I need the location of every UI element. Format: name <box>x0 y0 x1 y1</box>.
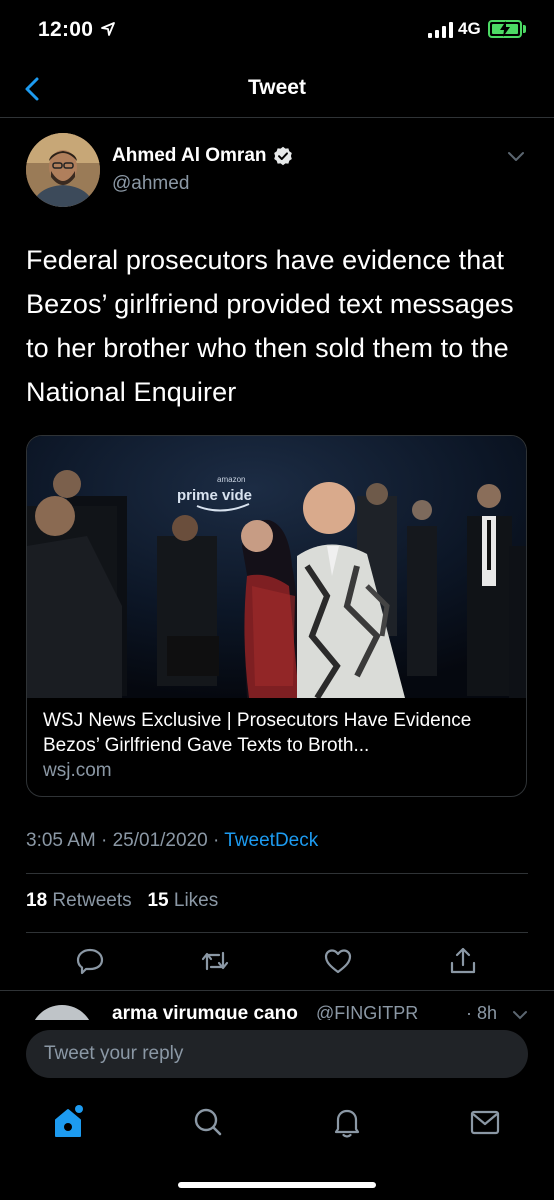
bell-icon[interactable] <box>327 1102 367 1142</box>
likes-label: Likes <box>173 890 219 911</box>
retweet-icon[interactable] <box>199 945 231 977</box>
meta-separator: · <box>101 830 108 851</box>
reply-author-handle[interactable]: @FINGITPR <box>316 1003 418 1020</box>
card-title[interactable]: WSJ News Exclusive | Prosecutors Have Ev… <box>43 708 512 758</box>
tweet-author: Ahmed Al Omran @ahmed <box>26 133 526 213</box>
page-title: Tweet <box>248 76 306 99</box>
location-arrow-icon <box>101 22 115 36</box>
home-indicator <box>178 1182 376 1188</box>
card-domain: wsj.com <box>43 760 112 781</box>
signal-strength-icon <box>428 22 453 38</box>
reply-box[interactable] <box>26 1030 528 1078</box>
nav-bar: Tweet <box>0 60 554 118</box>
retweets-stat[interactable]: 18 Retweets <box>26 890 132 911</box>
tweet-source-link[interactable]: TweetDeck <box>224 830 318 851</box>
author-handle[interactable]: @ahmed <box>112 173 189 195</box>
card-image[interactable]: amazon prime vide <box>27 436 527 698</box>
author-name-row[interactable]: Ahmed Al Omran <box>112 145 293 167</box>
link-card[interactable]: amazon prime vide WSJ News Exclusive | P… <box>26 435 527 797</box>
tab-bar <box>0 1090 554 1160</box>
reply-time: · 8h <box>466 1003 498 1020</box>
tweet-meta: 3:05 AM · 25/01/2020 · TweetDeck <box>26 830 318 852</box>
tweet-date: 25/01/2020 <box>112 830 208 851</box>
status-bar: 12:00 4G <box>0 0 554 60</box>
tweet-text: Federal prosecutors have evidence that B… <box>26 245 514 407</box>
card-body[interactable]: WSJ News Exclusive | Prosecutors Have Ev… <box>27 698 526 796</box>
tweet-stats: 18 Retweets 15 Likes <box>26 890 218 912</box>
network-type: 4G <box>458 19 481 38</box>
verified-badge-icon <box>273 146 292 166</box>
reply-preview[interactable]: arma virumque cano @FINGITPR · 8h <box>0 990 554 1020</box>
retweets-label: Retweets <box>52 890 132 911</box>
chevron-down-icon[interactable] <box>512 1009 528 1020</box>
retweets-count: 18 <box>26 890 48 911</box>
search-icon[interactable] <box>188 1102 228 1142</box>
charging-bolt-icon <box>500 21 510 37</box>
home-icon[interactable] <box>48 1102 88 1142</box>
mail-icon[interactable] <box>465 1102 505 1142</box>
likes-count: 15 <box>147 890 169 911</box>
status-time: 12:00 <box>38 18 94 41</box>
divider <box>26 873 528 874</box>
sign-text: prime vide <box>177 487 252 504</box>
tweet-actions <box>0 945 554 981</box>
comment-icon[interactable] <box>74 945 106 977</box>
battery-cap <box>523 25 526 33</box>
divider <box>26 932 528 933</box>
heart-icon[interactable] <box>322 945 354 977</box>
avatar[interactable] <box>26 133 100 207</box>
meta-separator-2: · <box>212 830 220 851</box>
chevron-down-icon[interactable] <box>506 149 526 163</box>
likes-stat[interactable]: 15 Likes <box>147 890 218 911</box>
share-icon[interactable] <box>447 945 479 977</box>
author-name[interactable]: Ahmed Al Omran <box>112 145 267 167</box>
reply-input[interactable] <box>44 1030 514 1078</box>
sign-text-top: amazon <box>217 475 245 484</box>
reply-avatar[interactable] <box>30 1005 94 1020</box>
reply-author-name[interactable]: arma virumque cano <box>112 1003 298 1020</box>
tweet-time: 3:05 AM <box>26 830 96 851</box>
